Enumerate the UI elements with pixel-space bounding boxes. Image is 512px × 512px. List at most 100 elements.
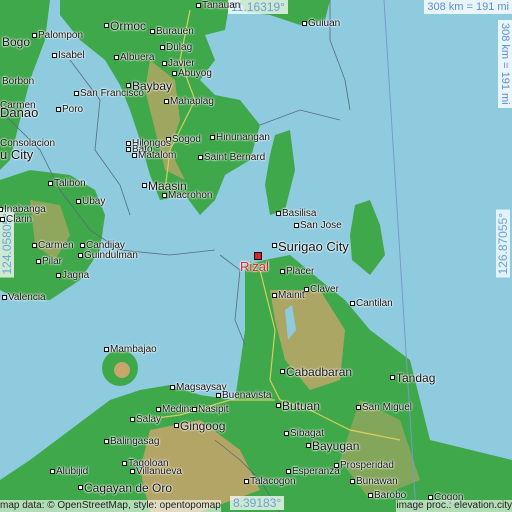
place-marker — [276, 403, 281, 408]
place-label: Gingoog — [180, 419, 226, 433]
place-label: Isabel — [58, 50, 85, 61]
place-marker — [2, 295, 7, 300]
place-marker — [132, 153, 137, 158]
image-credit: image proc.: elevation.city — [396, 500, 512, 512]
place-marker — [174, 423, 179, 428]
place-label: Valencia — [8, 292, 46, 303]
place-marker — [284, 431, 289, 436]
place-label: Alubijid — [56, 466, 89, 477]
south-coordinate: 8.39183° — [230, 496, 285, 510]
place-label: Poro — [62, 104, 84, 115]
place-label: Hinunangan — [216, 132, 270, 143]
place-label: Esperanza — [292, 466, 340, 477]
place-label: Buenavista — [222, 390, 272, 401]
place-label: Butuan — [282, 399, 321, 413]
place-label: Macrohon — [168, 190, 213, 201]
scale-vertical: 308 km = 191 mi — [498, 20, 512, 108]
place-label: Talacogon — [250, 476, 296, 487]
map-credit: map data: © OpenStreetMap, style: opento… — [0, 500, 221, 512]
place-label: Villanueva — [136, 466, 182, 477]
place-label: Mahaplag — [170, 96, 214, 107]
place-marker — [286, 469, 291, 474]
place-label: u City — [0, 147, 34, 162]
place-marker — [334, 463, 339, 468]
place-label: San Miguel — [362, 402, 413, 413]
place-label: Pilar — [42, 256, 63, 267]
place-label: Placer — [286, 266, 315, 277]
place-label: Talibon — [54, 178, 86, 189]
place-marker — [350, 479, 355, 484]
place-marker — [350, 301, 355, 306]
place-marker — [76, 199, 81, 204]
place-label: Jagna — [62, 270, 90, 281]
highlighted-place-marker[interactable] — [254, 252, 262, 260]
place-marker — [104, 23, 109, 28]
place-marker — [36, 259, 41, 264]
place-marker — [56, 273, 61, 278]
place-marker — [104, 439, 109, 444]
place-marker — [50, 469, 55, 474]
place-marker — [0, 217, 5, 222]
place-marker — [74, 91, 79, 96]
place-label: Mainit — [278, 290, 305, 301]
place-label: Ubay — [82, 196, 106, 207]
place-marker — [48, 181, 53, 186]
place-label: Tanauan — [202, 0, 241, 11]
place-label: Matalom — [138, 150, 177, 161]
place-label: Sibagat — [290, 428, 324, 439]
place-label: Surigao City — [278, 239, 349, 254]
place-label: Cagayan de Oro — [84, 481, 173, 495]
place-marker — [78, 253, 83, 258]
highlighted-place-label: Rizal — [240, 259, 269, 274]
place-marker — [150, 29, 155, 34]
place-marker — [78, 485, 83, 490]
place-marker — [126, 147, 131, 152]
place-marker — [156, 407, 161, 412]
place-marker — [130, 417, 135, 422]
place-label: Saint Bernard — [204, 152, 266, 163]
place-marker — [142, 183, 147, 188]
place-marker — [160, 45, 165, 50]
place-marker — [56, 107, 61, 112]
place-marker — [196, 3, 201, 8]
place-marker — [170, 385, 175, 390]
place-marker — [294, 223, 299, 228]
place-label: Tandag — [396, 371, 436, 385]
place-marker — [130, 469, 135, 474]
place-marker — [162, 193, 167, 198]
place-marker — [172, 71, 177, 76]
place-marker — [164, 99, 169, 104]
place-label: Carmen — [38, 240, 74, 251]
place-label: Prosperidad — [340, 460, 394, 471]
scale-horizontal: 308 km = 191 mi — [424, 0, 512, 14]
place-marker — [32, 243, 37, 248]
place-marker — [272, 293, 277, 298]
place-label: Albuera — [120, 52, 155, 63]
place-label: Basilisa — [282, 208, 317, 219]
place-marker — [114, 55, 119, 60]
place-label: Salay — [136, 414, 162, 425]
place-label: Medina — [162, 404, 195, 415]
place-label: San Jose — [300, 220, 342, 231]
place-marker — [280, 369, 285, 374]
place-label: Dulag — [166, 42, 193, 53]
place-marker — [368, 493, 373, 498]
place-label: Magsaysay — [176, 382, 227, 393]
place-marker — [356, 405, 361, 410]
place-label: Bogo — [2, 35, 31, 49]
place-marker — [390, 375, 395, 380]
place-label: Guiuan — [308, 18, 341, 29]
place-label: Ormoc — [110, 19, 146, 33]
place-marker — [162, 61, 167, 66]
map-canvas[interactable]: 11.16319° 8.39183° 124.05805° 126.87055°… — [0, 0, 512, 512]
place-marker — [244, 479, 249, 484]
place-marker — [32, 33, 37, 38]
place-marker — [52, 53, 57, 58]
place-label: San Francisco — [80, 88, 144, 99]
place-marker — [306, 443, 311, 448]
place-label: Burauen — [156, 26, 194, 37]
east-coordinate: 126.87055° — [496, 210, 510, 278]
place-label: Claver — [310, 284, 339, 295]
place-marker — [272, 243, 277, 248]
place-label: Bayugan — [312, 439, 360, 453]
